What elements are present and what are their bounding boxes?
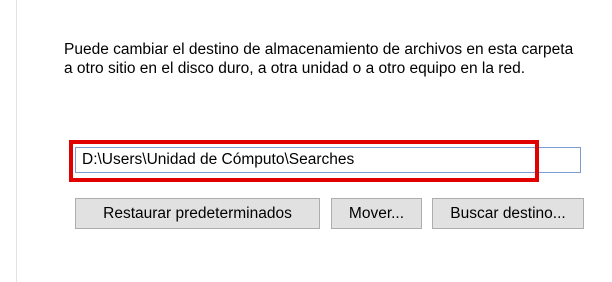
restore-defaults-button[interactable]: Restaurar predeterminados — [75, 198, 320, 229]
location-description: Puede cambiar el destino de almacenamien… — [64, 41, 574, 77]
location-path-field[interactable] — [75, 147, 581, 173]
panel-divider — [16, 0, 17, 282]
move-button[interactable]: Mover... — [331, 198, 422, 229]
find-target-button[interactable]: Buscar destino... — [432, 198, 584, 229]
